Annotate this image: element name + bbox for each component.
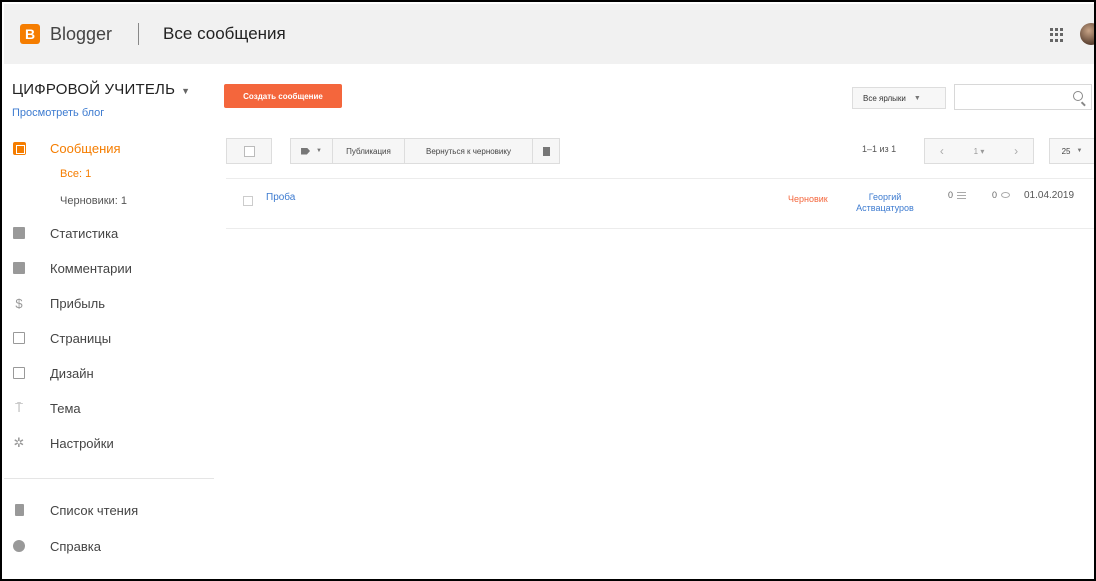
page-number: 1 <box>973 146 979 156</box>
trash-icon <box>542 146 550 156</box>
revert-to-draft-button[interactable]: Вернуться к черновику <box>404 138 532 164</box>
sidebar-item-pages[interactable]: Страницы <box>12 327 111 349</box>
brand-name[interactable]: Blogger <box>50 24 112 45</box>
search-input[interactable] <box>954 84 1092 110</box>
create-post-button[interactable]: Создать сообщение <box>224 84 342 108</box>
blogger-logo-icon[interactable]: B <box>20 24 40 44</box>
comment-icon <box>957 191 967 199</box>
posts-icon <box>12 141 26 155</box>
eye-icon <box>1001 192 1011 198</box>
sidebar-item-posts[interactable]: Сообщения <box>12 137 121 159</box>
labels-dropdown-label: Все ярлыки <box>863 93 906 103</box>
help-icon <box>12 539 26 553</box>
sidebar-subitem-all[interactable]: Все: 1 <box>60 168 91 180</box>
delete-button[interactable] <box>532 138 560 164</box>
avatar[interactable] <box>1080 23 1094 45</box>
comment-icon <box>12 261 26 275</box>
post-author-link[interactable]: Георгий Аствацатуров <box>850 192 920 214</box>
sidebar-item-label: Статистика <box>50 225 119 241</box>
post-date: 01.04.2019 <box>1024 190 1075 201</box>
chevron-down-icon: ▼ <box>913 94 921 102</box>
sidebar-item-settings[interactable]: ✲ Настройки <box>12 432 114 454</box>
sidebar-item-label: Дизайн <box>50 365 94 381</box>
page-select[interactable]: 1 ▾ <box>974 147 985 156</box>
view-count-value: 0 <box>992 190 998 200</box>
page-size-label: 25 <box>1061 146 1071 156</box>
view-count: 0 <box>992 190 1011 200</box>
pagination-info: 1–1 из 1 <box>862 144 897 154</box>
paint-roller-icon: ⍑ <box>15 400 23 415</box>
gear-icon: ✲ <box>13 435 25 450</box>
sidebar-item-label: Список чтения <box>50 502 139 518</box>
post-title-link[interactable]: Проба <box>266 192 295 203</box>
post-status: Черновик <box>788 194 828 204</box>
tag-icon <box>301 147 311 155</box>
table-divider <box>226 178 1094 179</box>
layout-icon <box>12 366 26 380</box>
sidebar-item-stats[interactable]: Статистика <box>12 222 118 244</box>
pagination-controls: ‹ 1 ▾ › <box>924 138 1034 164</box>
sidebar-item-label: Тема <box>50 400 81 416</box>
publish-button[interactable]: Публикация <box>332 138 404 164</box>
dollar-icon: $ <box>15 295 23 311</box>
search-icon[interactable] <box>1073 91 1083 101</box>
sidebar-item-help[interactable]: Справка <box>12 535 101 557</box>
sidebar-item-label: Настройки <box>50 435 114 451</box>
chevron-right-icon[interactable]: › <box>1014 144 1018 158</box>
comment-count: 0 <box>948 190 967 200</box>
sidebar-item-comments[interactable]: Комментарии <box>12 257 132 279</box>
table-divider <box>226 228 1094 229</box>
labels-dropdown[interactable]: Все ярлыки ▼ <box>852 87 946 109</box>
blog-name-label: ЦИФРОВОЙ УЧИТЕЛЬ <box>12 81 176 98</box>
sidebar-subitem-drafts[interactable]: Черновики: 1 <box>60 195 127 207</box>
sidebar-item-label: Комментарии <box>50 260 132 276</box>
page-title: Все сообщения <box>163 24 286 43</box>
comment-count-value: 0 <box>948 190 954 200</box>
labels-button[interactable]: ▼ <box>290 138 332 164</box>
chevron-down-icon: ▼ <box>316 148 322 154</box>
chevron-down-icon: ▼ <box>1076 148 1083 154</box>
app-header: B Blogger Все сообщения <box>4 4 1094 64</box>
stats-icon <box>12 226 26 240</box>
header-divider <box>138 23 140 45</box>
sidebar-item-label: Страницы <box>50 330 112 346</box>
page-size-dropdown[interactable]: 25 ▼ <box>1049 138 1094 164</box>
chevron-down-icon: ▼ <box>181 86 191 96</box>
row-checkbox[interactable] <box>243 196 253 206</box>
page-icon <box>12 331 26 345</box>
blog-selector[interactable]: ЦИФРОВОЙ УЧИТЕЛЬ ▼ <box>12 81 190 98</box>
sidebar-divider <box>4 478 214 479</box>
sidebar-item-reading-list[interactable]: Список чтения <box>12 499 138 521</box>
view-blog-link[interactable]: Просмотреть блог <box>12 107 104 119</box>
sidebar-item-label: Справка <box>50 538 101 554</box>
chevron-left-icon[interactable]: ‹ <box>940 144 944 158</box>
sidebar-item-layout[interactable]: Дизайн <box>12 362 94 384</box>
sidebar-item-earnings[interactable]: $ Прибыль <box>12 292 105 314</box>
blogger-window: B Blogger Все сообщения ЦИФРОВОЙ УЧИТЕЛЬ… <box>0 0 1096 581</box>
bookmark-icon <box>12 503 26 517</box>
sidebar-item-theme[interactable]: ⍑ Тема <box>12 397 81 419</box>
sidebar-item-label: Прибыль <box>50 295 105 311</box>
sidebar: ЦИФРОВОЙ УЧИТЕЛЬ ▼ Просмотреть блог Сообщ… <box>4 64 214 579</box>
sidebar-item-label: Сообщения <box>50 140 121 156</box>
apps-grid-icon[interactable] <box>1050 28 1064 42</box>
posts-toolbar: ▼ Публикация Вернуться к черновику <box>226 138 563 164</box>
select-all-checkbox[interactable] <box>226 138 272 164</box>
